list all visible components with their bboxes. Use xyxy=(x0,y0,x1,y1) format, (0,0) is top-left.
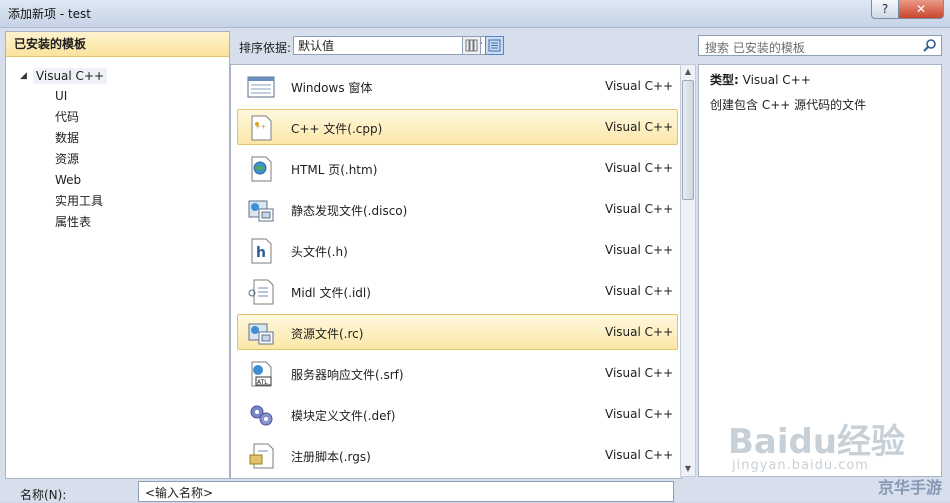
name-input[interactable]: <输入名称> xyxy=(138,481,674,502)
template-name: 头文件(.h) xyxy=(291,245,348,259)
template-name: Windows 窗体 xyxy=(291,81,373,95)
template-category-pane: 已安装的模板 ◢ Visual C++ UI 代码 数据 资源 Web 实用工具… xyxy=(5,31,230,479)
help-button[interactable]: ? xyxy=(871,0,899,19)
template-item-windows-form[interactable]: Windows 窗体 Visual C++ xyxy=(237,68,678,104)
template-description: 创建包含 C++ 源代码的文件 xyxy=(710,98,867,112)
template-language: Visual C++ xyxy=(605,325,674,339)
template-language: Visual C++ xyxy=(605,407,674,421)
template-name: 模块定义文件(.def) xyxy=(291,409,396,423)
template-type: 类型: Visual C++ xyxy=(710,71,811,88)
resource-file-icon xyxy=(248,323,274,345)
template-language: Visual C++ xyxy=(605,161,674,175)
template-language: Visual C++ xyxy=(605,243,674,257)
type-label: 类型: xyxy=(710,73,739,87)
window-title: 添加新项 - test xyxy=(8,7,92,21)
search-placeholder: 搜索 已安装的模板 xyxy=(705,41,805,55)
collapse-arrow-icon[interactable]: ◢ xyxy=(20,71,27,81)
scroll-down-icon[interactable]: ▼ xyxy=(681,462,695,476)
sort-dropdown[interactable]: 默认值 ▼ xyxy=(293,36,487,55)
template-language: Visual C++ xyxy=(605,79,674,93)
tree-node-resource[interactable]: 资源 xyxy=(55,149,103,170)
tree-node-visual-cpp[interactable]: ◢ Visual C++ xyxy=(20,68,108,84)
header-file-icon: h xyxy=(251,238,272,264)
installed-templates-header[interactable]: 已安装的模板 xyxy=(6,32,229,57)
sort-dropdown-value: 默认值 xyxy=(298,39,335,53)
template-item-header-file[interactable]: h 头文件(.h) Visual C++ xyxy=(237,232,678,268)
template-item-disco-file[interactable]: 静态发现文件(.disco) Visual C++ xyxy=(237,191,678,227)
search-icon[interactable] xyxy=(923,38,937,52)
list-view-button[interactable] xyxy=(485,36,504,55)
template-language: Visual C++ xyxy=(605,120,674,134)
idl-file-icon xyxy=(248,279,274,305)
disco-file-icon xyxy=(248,200,274,222)
scroll-up-icon[interactable]: ▲ xyxy=(681,65,695,79)
small-icons-view-button[interactable] xyxy=(462,36,481,55)
template-name: Midl 文件(.idl) xyxy=(291,286,371,300)
scrollbar-thumb[interactable] xyxy=(682,80,694,200)
tree-children: UI 代码 数据 资源 Web 实用工具 属性表 xyxy=(55,86,103,233)
def-file-icon xyxy=(250,405,273,426)
tree-node-label: Visual C++ xyxy=(32,68,108,84)
template-item-midl-file[interactable]: Midl 文件(.idl) Visual C++ xyxy=(237,273,678,309)
template-item-rgs-file[interactable]: 注册脚本(.rgs) Visual C++ xyxy=(237,437,678,473)
svg-text:ATL: ATL xyxy=(257,379,268,386)
template-name: 服务器响应文件(.srf) xyxy=(291,368,404,382)
close-button[interactable]: ✕ xyxy=(899,0,944,19)
template-language: Visual C++ xyxy=(605,284,674,298)
template-list: Windows 窗体 Visual C++ ⁺⁺ C++ 文件(.cpp) Vi… xyxy=(230,64,682,479)
template-list-scrollbar[interactable]: ▲ ▼ xyxy=(680,64,696,477)
template-item-cpp-file[interactable]: ⁺⁺ C++ 文件(.cpp) Visual C++ xyxy=(237,109,678,145)
grid-view-icon xyxy=(465,39,478,52)
template-name: 资源文件(.rc) xyxy=(291,327,364,341)
template-language: Visual C++ xyxy=(605,448,674,462)
template-name: HTML 页(.htm) xyxy=(291,163,378,177)
name-label: 名称(N): xyxy=(20,488,67,502)
sort-toolbar: 排序依据: 默认值 ▼ xyxy=(234,34,694,58)
tree-node-web[interactable]: Web xyxy=(55,170,103,191)
svg-text:h: h xyxy=(256,245,266,261)
add-new-item-dialog: 添加新项 - test ? ✕ 已安装的模板 ◢ Visual C++ UI 代… xyxy=(0,0,950,502)
template-language: Visual C++ xyxy=(605,202,674,216)
watermark-corner-text: 京华手游 xyxy=(877,478,942,497)
template-item-resource-file[interactable]: 资源文件(.rc) Visual C++ xyxy=(237,314,678,350)
window-controls: ? ✕ xyxy=(871,0,944,19)
template-details-pane: 类型: Visual C++ 创建包含 C++ 源代码的文件 xyxy=(698,64,942,477)
tree-node-data[interactable]: 数据 xyxy=(55,128,103,149)
sort-label: 排序依据: xyxy=(239,41,292,55)
template-name: 注册脚本(.rgs) xyxy=(291,450,371,464)
tree-node-code[interactable]: 代码 xyxy=(55,107,103,128)
template-item-def-file[interactable]: 模块定义文件(.def) Visual C++ xyxy=(237,396,678,432)
tree-node-utility[interactable]: 实用工具 xyxy=(55,191,103,212)
title-bar: 添加新项 - test ? ✕ xyxy=(0,0,950,28)
template-name: 静态发现文件(.disco) xyxy=(291,204,408,218)
template-language: Visual C++ xyxy=(605,366,674,380)
template-search-box[interactable]: 搜索 已安装的模板 xyxy=(698,35,942,56)
template-name: C++ 文件(.cpp) xyxy=(291,122,383,136)
template-item-html-page[interactable]: HTML 页(.htm) Visual C++ xyxy=(237,150,678,186)
rgs-file-icon xyxy=(249,443,274,469)
template-item-srf-file[interactable]: ATL 服务器响应文件(.srf) Visual C++ xyxy=(237,355,678,391)
tree-node-property-sheet[interactable]: 属性表 xyxy=(55,212,103,233)
type-value: Visual C++ xyxy=(742,73,811,87)
list-view-icon xyxy=(488,39,501,52)
form-icon xyxy=(247,76,275,98)
cpp-file-icon: ⁺⁺ xyxy=(251,115,272,141)
html-page-icon xyxy=(251,156,272,182)
srf-file-icon: ATL xyxy=(251,361,272,387)
tree-node-ui[interactable]: UI xyxy=(55,86,103,107)
